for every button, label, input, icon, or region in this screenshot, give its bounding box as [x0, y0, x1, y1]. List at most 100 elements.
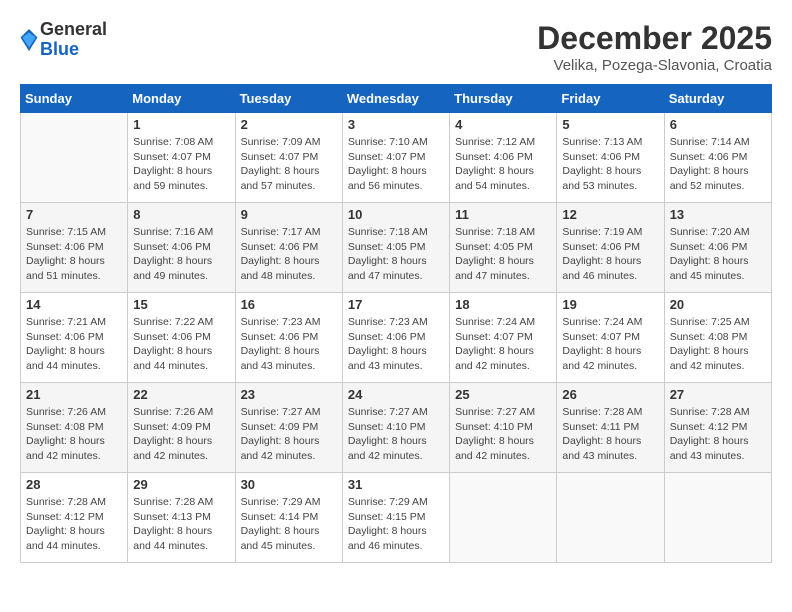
day-info: Sunrise: 7:15 AM Sunset: 4:06 PM Dayligh…	[26, 225, 122, 284]
calendar-table: SundayMondayTuesdayWednesdayThursdayFrid…	[20, 84, 772, 563]
day-info: Sunrise: 7:27 AM Sunset: 4:10 PM Dayligh…	[348, 405, 444, 464]
day-number: 13	[670, 207, 766, 222]
logo-text: General Blue	[40, 20, 107, 60]
day-number: 22	[133, 387, 229, 402]
day-number: 12	[562, 207, 658, 222]
day-number: 14	[26, 297, 122, 312]
day-info: Sunrise: 7:23 AM Sunset: 4:06 PM Dayligh…	[241, 315, 337, 374]
day-number: 25	[455, 387, 551, 402]
calendar-cell: 25 Sunrise: 7:27 AM Sunset: 4:10 PM Dayli…	[450, 383, 557, 473]
day-number: 20	[670, 297, 766, 312]
day-number: 8	[133, 207, 229, 222]
day-info: Sunrise: 7:29 AM Sunset: 4:14 PM Dayligh…	[241, 495, 337, 554]
calendar-cell	[450, 473, 557, 563]
weekday-header-friday: Friday	[557, 85, 664, 113]
weekday-header-thursday: Thursday	[450, 85, 557, 113]
day-info: Sunrise: 7:21 AM Sunset: 4:06 PM Dayligh…	[26, 315, 122, 374]
calendar-cell: 30 Sunrise: 7:29 AM Sunset: 4:14 PM Dayli…	[235, 473, 342, 563]
weekday-header-monday: Monday	[128, 85, 235, 113]
calendar-cell: 11 Sunrise: 7:18 AM Sunset: 4:05 PM Dayli…	[450, 203, 557, 293]
day-info: Sunrise: 7:29 AM Sunset: 4:15 PM Dayligh…	[348, 495, 444, 554]
calendar-cell: 1Sunrise: 7:08 AM Sunset: 4:07 PM Daylig…	[128, 113, 235, 203]
day-info: Sunrise: 7:27 AM Sunset: 4:10 PM Dayligh…	[455, 405, 551, 464]
day-number: 10	[348, 207, 444, 222]
calendar-cell: 23 Sunrise: 7:27 AM Sunset: 4:09 PM Dayli…	[235, 383, 342, 473]
day-info: Sunrise: 7:28 AM Sunset: 4:12 PM Dayligh…	[670, 405, 766, 464]
calendar-cell: 2 Sunrise: 7:09 AM Sunset: 4:07 PM Daylig…	[235, 113, 342, 203]
calendar-cell: 15 Sunrise: 7:22 AM Sunset: 4:06 PM Dayli…	[128, 293, 235, 383]
title-block: December 2025 Velika, Pozega-Slavonia, C…	[537, 20, 772, 74]
day-info: Sunrise: 7:22 AM Sunset: 4:06 PM Dayligh…	[133, 315, 229, 374]
weekday-header-row: SundayMondayTuesdayWednesdayThursdayFrid…	[21, 85, 772, 113]
day-info: Sunrise: 7:12 AM Sunset: 4:06 PM Dayligh…	[455, 135, 551, 194]
calendar-cell: 19Sunrise: 7:24 AM Sunset: 4:07 PM Dayli…	[557, 293, 664, 383]
location-subtitle: Velika, Pozega-Slavonia, Croatia	[537, 57, 772, 74]
calendar-cell: 27 Sunrise: 7:28 AM Sunset: 4:12 PM Dayli…	[664, 383, 771, 473]
calendar-week-row: 21Sunrise: 7:26 AM Sunset: 4:08 PM Dayli…	[21, 383, 772, 473]
day-info: Sunrise: 7:17 AM Sunset: 4:06 PM Dayligh…	[241, 225, 337, 284]
day-info: Sunrise: 7:18 AM Sunset: 4:05 PM Dayligh…	[348, 225, 444, 284]
day-number: 30	[241, 477, 337, 492]
calendar-cell: 29 Sunrise: 7:28 AM Sunset: 4:13 PM Dayli…	[128, 473, 235, 563]
day-number: 2	[241, 117, 337, 132]
calendar-cell: 31Sunrise: 7:29 AM Sunset: 4:15 PM Dayli…	[342, 473, 449, 563]
day-info: Sunrise: 7:14 AM Sunset: 4:06 PM Dayligh…	[670, 135, 766, 194]
day-info: Sunrise: 7:24 AM Sunset: 4:07 PM Dayligh…	[562, 315, 658, 374]
day-number: 24	[348, 387, 444, 402]
day-number: 16	[241, 297, 337, 312]
day-number: 1	[133, 117, 229, 132]
calendar-cell: 12 Sunrise: 7:19 AM Sunset: 4:06 PM Dayli…	[557, 203, 664, 293]
day-number: 29	[133, 477, 229, 492]
day-info: Sunrise: 7:13 AM Sunset: 4:06 PM Dayligh…	[562, 135, 658, 194]
logo-blue: Blue	[40, 40, 107, 60]
calendar-cell: 16 Sunrise: 7:23 AM Sunset: 4:06 PM Dayli…	[235, 293, 342, 383]
weekday-header-tuesday: Tuesday	[235, 85, 342, 113]
day-info: Sunrise: 7:26 AM Sunset: 4:08 PM Dayligh…	[26, 405, 122, 464]
calendar-cell: 24 Sunrise: 7:27 AM Sunset: 4:10 PM Dayli…	[342, 383, 449, 473]
calendar-cell: 4 Sunrise: 7:12 AM Sunset: 4:06 PM Daylig…	[450, 113, 557, 203]
day-info: Sunrise: 7:10 AM Sunset: 4:07 PM Dayligh…	[348, 135, 444, 194]
day-info: Sunrise: 7:20 AM Sunset: 4:06 PM Dayligh…	[670, 225, 766, 284]
calendar-cell: 17Sunrise: 7:23 AM Sunset: 4:06 PM Dayli…	[342, 293, 449, 383]
day-info: Sunrise: 7:28 AM Sunset: 4:12 PM Dayligh…	[26, 495, 122, 554]
calendar-cell: 5 Sunrise: 7:13 AM Sunset: 4:06 PM Daylig…	[557, 113, 664, 203]
day-number: 11	[455, 207, 551, 222]
day-number: 5	[562, 117, 658, 132]
day-info: Sunrise: 7:18 AM Sunset: 4:05 PM Dayligh…	[455, 225, 551, 284]
day-info: Sunrise: 7:27 AM Sunset: 4:09 PM Dayligh…	[241, 405, 337, 464]
day-number: 4	[455, 117, 551, 132]
day-number: 7	[26, 207, 122, 222]
day-number: 17	[348, 297, 444, 312]
weekday-header-saturday: Saturday	[664, 85, 771, 113]
page-header: General Blue December 2025 Velika, Pozeg…	[20, 20, 772, 74]
calendar-cell: 6Sunrise: 7:14 AM Sunset: 4:06 PM Daylig…	[664, 113, 771, 203]
day-info: Sunrise: 7:28 AM Sunset: 4:13 PM Dayligh…	[133, 495, 229, 554]
calendar-cell: 28 Sunrise: 7:28 AM Sunset: 4:12 PM Dayli…	[21, 473, 128, 563]
calendar-cell	[21, 113, 128, 203]
calendar-cell: 21Sunrise: 7:26 AM Sunset: 4:08 PM Dayli…	[21, 383, 128, 473]
calendar-cell: 3Sunrise: 7:10 AM Sunset: 4:07 PM Daylig…	[342, 113, 449, 203]
day-info: Sunrise: 7:26 AM Sunset: 4:09 PM Dayligh…	[133, 405, 229, 464]
day-info: Sunrise: 7:28 AM Sunset: 4:11 PM Dayligh…	[562, 405, 658, 464]
day-info: Sunrise: 7:09 AM Sunset: 4:07 PM Dayligh…	[241, 135, 337, 194]
calendar-week-row: 1Sunrise: 7:08 AM Sunset: 4:07 PM Daylig…	[21, 113, 772, 203]
calendar-week-row: 7 Sunrise: 7:15 AM Sunset: 4:06 PM Daylig…	[21, 203, 772, 293]
day-info: Sunrise: 7:19 AM Sunset: 4:06 PM Dayligh…	[562, 225, 658, 284]
calendar-cell	[664, 473, 771, 563]
calendar-cell: 14 Sunrise: 7:21 AM Sunset: 4:06 PM Dayli…	[21, 293, 128, 383]
day-number: 28	[26, 477, 122, 492]
calendar-cell: 26Sunrise: 7:28 AM Sunset: 4:11 PM Dayli…	[557, 383, 664, 473]
day-info: Sunrise: 7:16 AM Sunset: 4:06 PM Dayligh…	[133, 225, 229, 284]
logo: General Blue	[20, 20, 107, 60]
weekday-header-wednesday: Wednesday	[342, 85, 449, 113]
calendar-cell: 22 Sunrise: 7:26 AM Sunset: 4:09 PM Dayli…	[128, 383, 235, 473]
month-title: December 2025	[537, 20, 772, 57]
logo-icon	[20, 29, 38, 51]
logo-general: General	[40, 20, 107, 40]
day-number: 15	[133, 297, 229, 312]
day-number: 27	[670, 387, 766, 402]
day-number: 9	[241, 207, 337, 222]
day-number: 23	[241, 387, 337, 402]
calendar-cell: 18Sunrise: 7:24 AM Sunset: 4:07 PM Dayli…	[450, 293, 557, 383]
calendar-cell	[557, 473, 664, 563]
